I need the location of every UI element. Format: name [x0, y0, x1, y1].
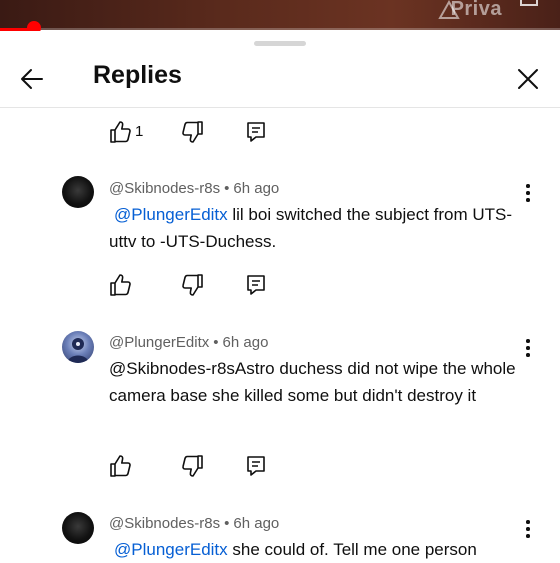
avatar[interactable]	[62, 331, 94, 363]
close-icon[interactable]	[512, 63, 544, 95]
mention-link[interactable]: @PlungerEditx	[114, 540, 228, 559]
video-player-strip[interactable]: Priva	[0, 0, 560, 30]
avatar[interactable]	[62, 512, 94, 544]
thumbs-down-icon[interactable]	[178, 117, 208, 147]
comment-author[interactable]: @PlungerEditx	[109, 334, 209, 351]
reply-comment-icon[interactable]	[241, 117, 271, 147]
comment-meta: @PlungerEditx • 6h ago	[109, 334, 269, 351]
drag-handle[interactable]	[254, 41, 306, 46]
replies-header: Replies	[0, 53, 560, 108]
mention-link[interactable]: @PlungerEditx	[114, 205, 228, 224]
fullscreen-icon[interactable]	[520, 0, 538, 6]
reply-comment-icon[interactable]	[241, 451, 271, 481]
back-arrow-icon[interactable]	[16, 63, 48, 95]
comment-meta: @Skibnodes-r8s • 6h ago	[109, 515, 280, 532]
video-overlay-label: Priva	[450, 0, 502, 20]
comment-time: 6h ago	[233, 180, 280, 197]
reply-comment-icon[interactable]	[241, 270, 271, 300]
thumbs-up-icon[interactable]	[105, 451, 135, 481]
thumbs-up-icon[interactable]	[105, 117, 135, 147]
comment-time: 6h ago	[233, 515, 280, 532]
page-title: Replies	[93, 61, 182, 89]
replies-sheet: Replies 1 @Skibnodes-r8s • 6h ago @Plunger…	[0, 31, 560, 560]
like-count: 1	[135, 123, 144, 140]
avatar[interactable]	[62, 176, 94, 208]
comment-text: @PlungerEditx lil boi switched the subje…	[109, 205, 513, 251]
comment-author[interactable]: @Skibnodes-r8s	[109, 180, 220, 197]
avatar-art-icon	[67, 338, 89, 363]
comment-text: @Skibnodes-r8sAstro duchess did not wipe…	[109, 359, 516, 405]
thumbs-down-icon[interactable]	[178, 451, 208, 481]
comment-time: 6h ago	[222, 334, 269, 351]
thumbs-up-icon[interactable]	[105, 270, 135, 300]
comment-meta: @Skibnodes-r8s • 6h ago	[109, 180, 280, 197]
thumbs-down-icon[interactable]	[178, 270, 208, 300]
comment-author[interactable]: @Skibnodes-r8s	[109, 515, 220, 532]
comment-text: @PlungerEditx she could of. Tell me one …	[114, 540, 477, 559]
